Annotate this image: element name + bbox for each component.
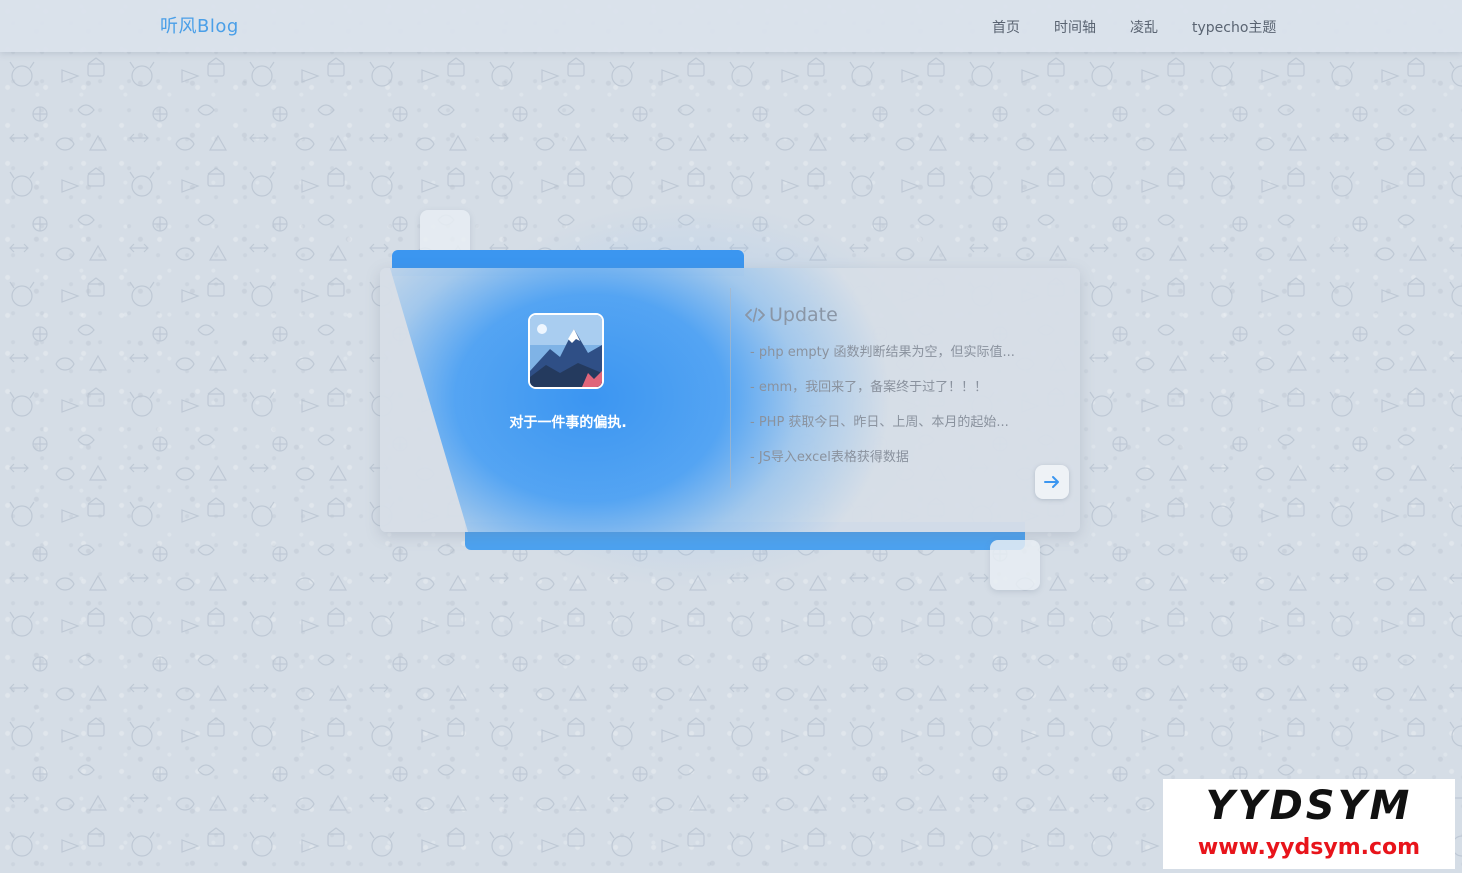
profile-motto: 对于一件事的偏执. <box>509 415 627 431</box>
top-navbar: 听风Blog 首页 时间轴 凌乱 typecho主题 <box>0 0 1462 52</box>
recent-posts-list: - php empty 函数判断结果为空，但实际值... - emm，我回来了，… <box>750 344 1050 484</box>
mountain-avatar-image <box>530 315 602 387</box>
nav-item-home[interactable]: 首页 <box>992 17 1020 37</box>
post-link[interactable]: - PHP 获取今日、昨日、上周、本月的起始... <box>750 414 1050 449</box>
update-header: Update <box>745 304 838 326</box>
more-posts-button[interactable] <box>1035 465 1069 499</box>
watermark-logo: YYDSYM <box>1205 783 1413 829</box>
post-link[interactable]: - php empty 函数判断结果为空，但实际值... <box>750 344 1050 379</box>
code-icon <box>745 307 765 323</box>
card-divider <box>730 288 731 488</box>
watermark-url: www.yydsym.com <box>1197 835 1421 860</box>
main-nav: 首页 时间轴 凌乱 typecho主题 <box>992 17 1276 37</box>
nav-item-misc[interactable]: 凌乱 <box>1130 17 1158 37</box>
profile-card: 对于一件事的偏执. Update - php empty 函数判断结果为空，但实… <box>380 268 1080 532</box>
post-link[interactable]: - emm，我回来了，备案终于过了！！！ <box>750 379 1050 414</box>
site-brand-link[interactable]: 听风Blog <box>160 12 239 38</box>
nav-item-typecho-theme[interactable]: typecho主题 <box>1192 17 1276 37</box>
nav-item-timeline[interactable]: 时间轴 <box>1054 17 1096 37</box>
arrow-right-icon <box>1044 476 1059 488</box>
post-link[interactable]: - JS导入excel表格获得数据 <box>750 449 1050 484</box>
decorative-tile <box>990 540 1040 590</box>
update-title: Update <box>769 304 838 326</box>
avatar[interactable] <box>528 313 604 389</box>
watermark-badge: YYDSYM www.yydsym.com <box>1163 779 1455 869</box>
